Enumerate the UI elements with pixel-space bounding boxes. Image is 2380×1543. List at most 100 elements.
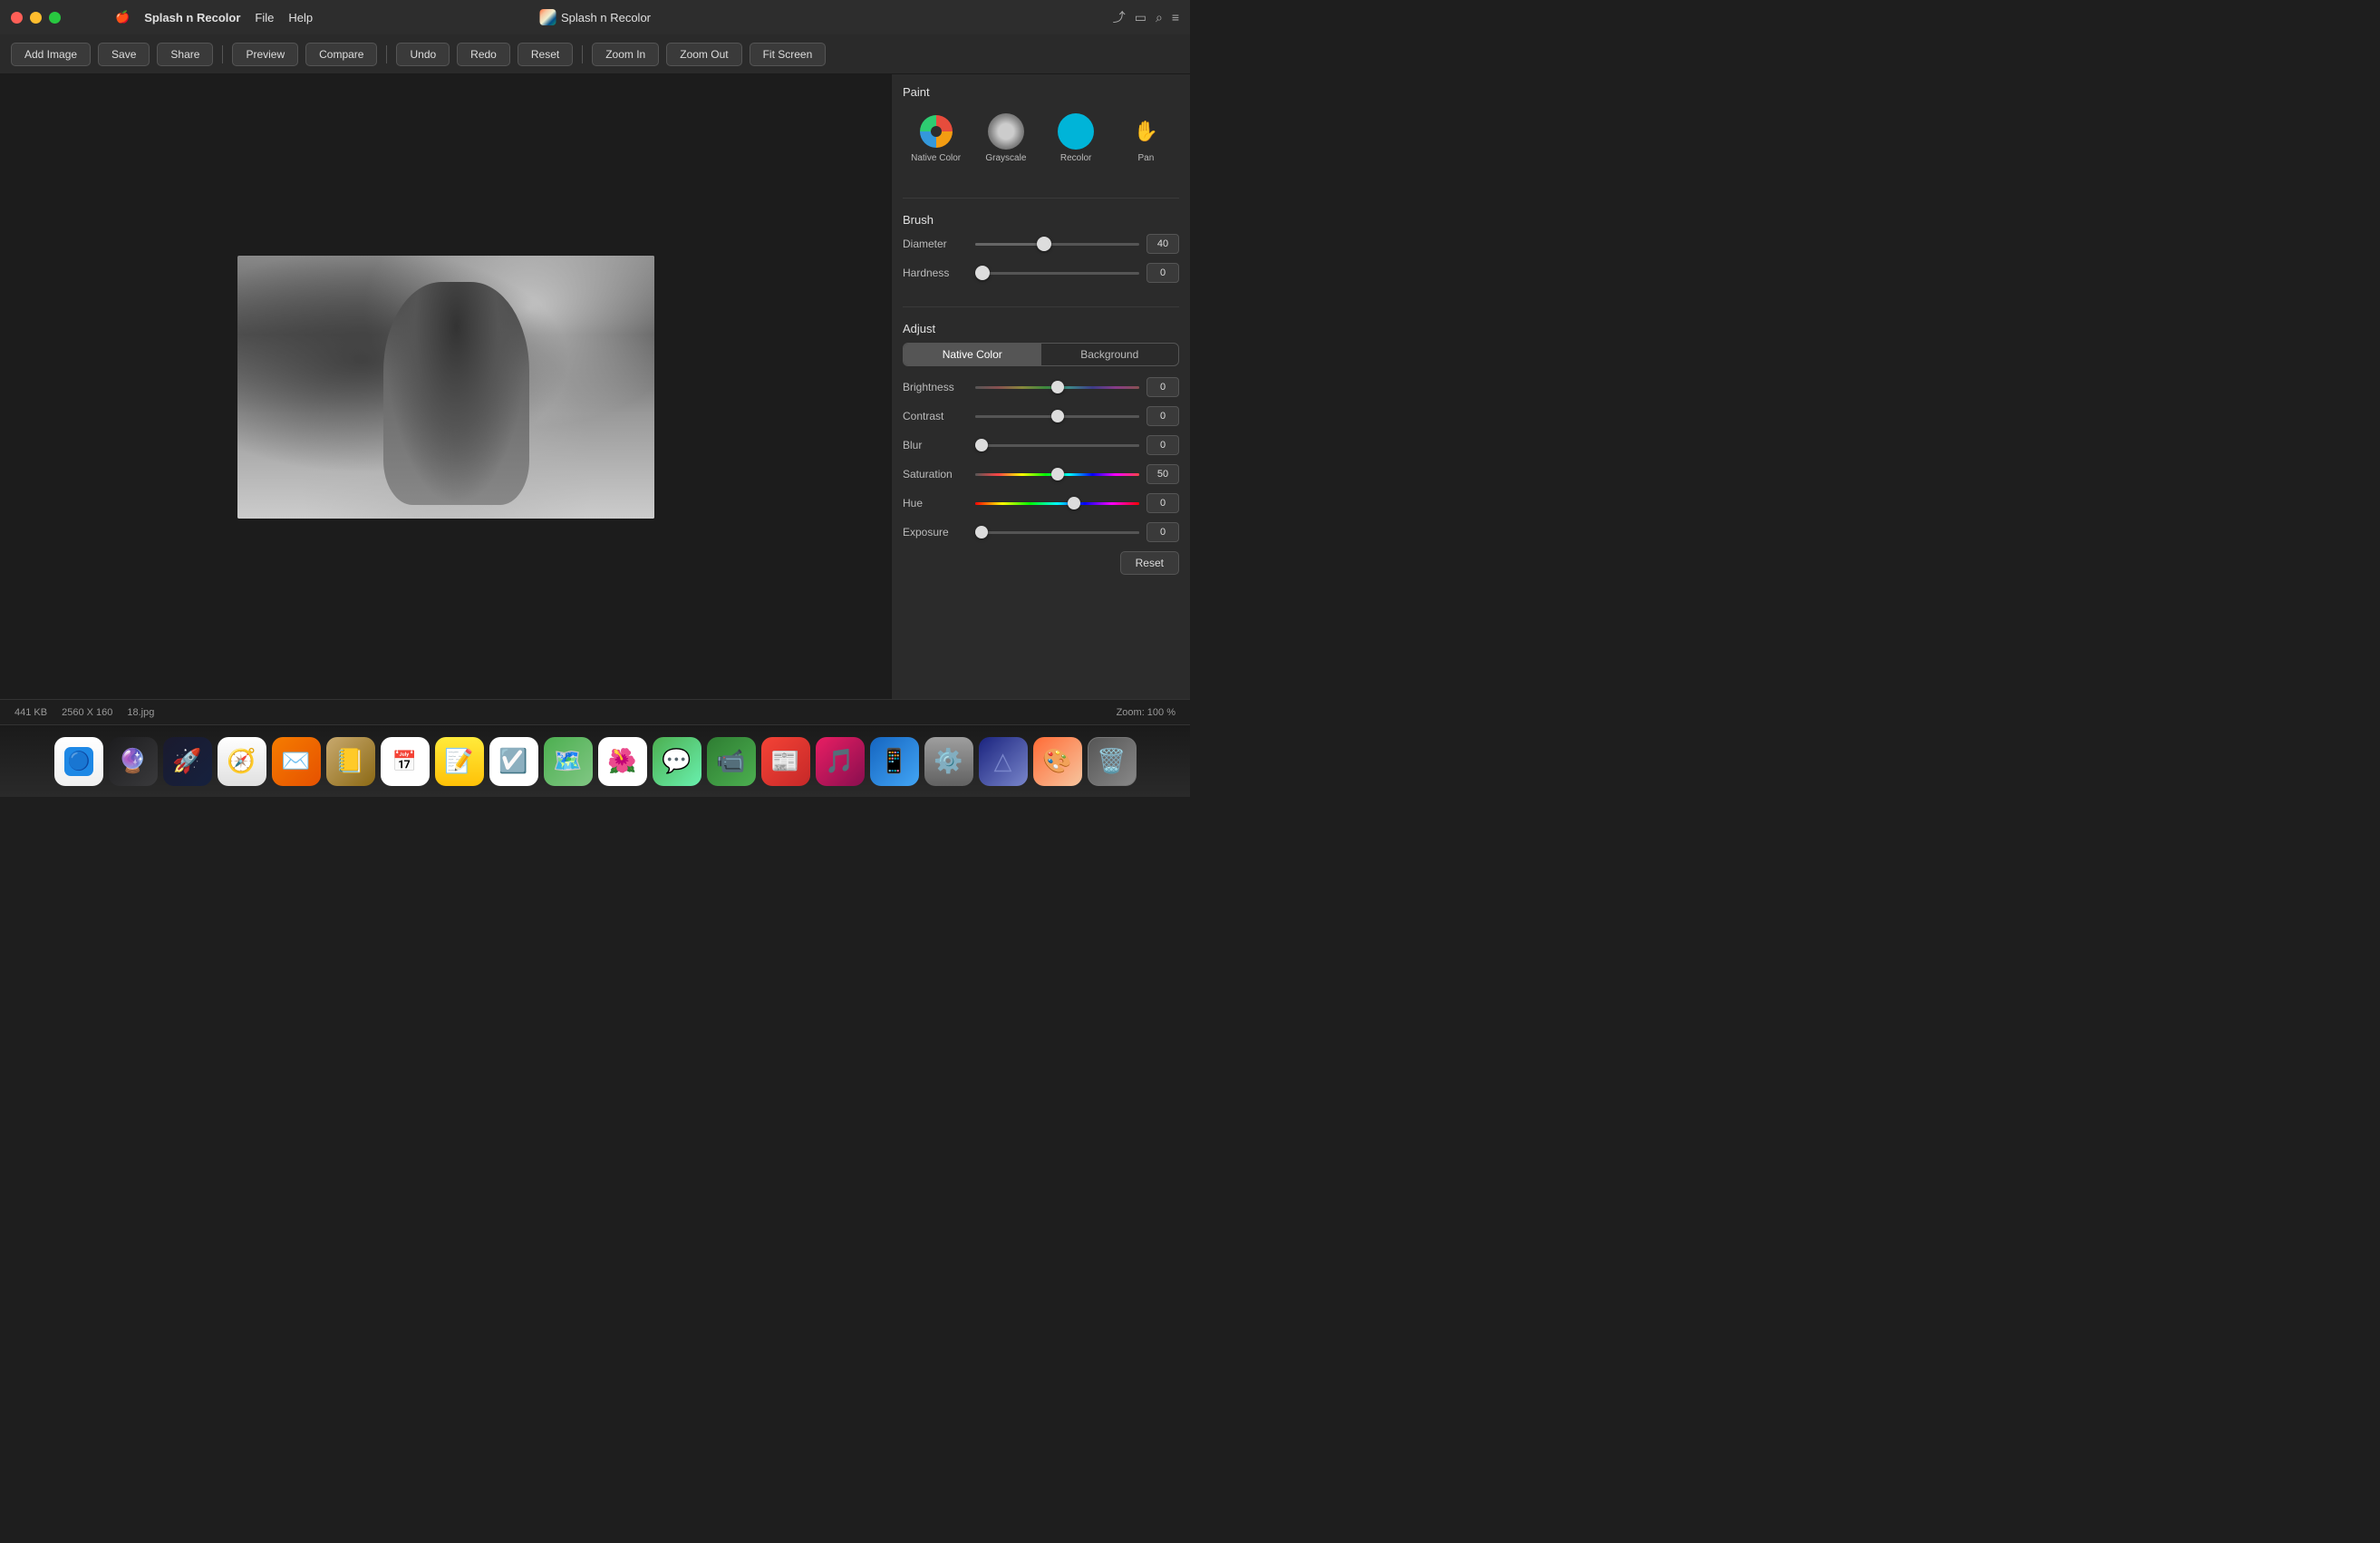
help-menu[interactable]: Help (288, 11, 313, 24)
blur-slider[interactable] (975, 436, 1139, 454)
add-image-button[interactable]: Add Image (11, 43, 91, 66)
redo-button[interactable]: Redo (457, 43, 510, 66)
hardness-label: Hardness (903, 267, 975, 279)
save-button[interactable]: Save (98, 43, 150, 66)
dock-splash-recolor[interactable]: 🎨 (1033, 737, 1082, 786)
dock-appstore[interactable]: 📱 (870, 737, 919, 786)
share-icon[interactable]: ⤴ (1113, 8, 1126, 26)
adjust-reset-button[interactable]: Reset (1120, 551, 1179, 575)
display-icon[interactable]: ▭ (1135, 10, 1146, 25)
titlebar-app-name: Splash n Recolor (561, 11, 651, 24)
brightness-track (975, 386, 1139, 389)
dock-reminders[interactable]: ☑️ (489, 737, 538, 786)
hue-value: 0 (1146, 493, 1179, 513)
diameter-track (975, 243, 1139, 246)
diameter-label: Diameter (903, 238, 975, 250)
exposure-value: 0 (1146, 522, 1179, 542)
native-color-tab[interactable]: Native Color (904, 344, 1041, 365)
hardness-slider[interactable] (975, 264, 1139, 282)
close-button[interactable] (11, 12, 23, 24)
dock-email-placeholder[interactable]: ✉️ (272, 737, 321, 786)
diameter-value: 40 (1146, 234, 1179, 254)
blur-value: 0 (1146, 435, 1179, 455)
file-menu[interactable]: File (255, 11, 274, 24)
brush-section-title: Brush (903, 213, 1179, 227)
dock-photos[interactable]: 🌺 (598, 737, 647, 786)
dock-notes[interactable]: 📝 (435, 737, 484, 786)
diameter-slider[interactable] (975, 235, 1139, 253)
reset-toolbar-button[interactable]: Reset (518, 43, 573, 66)
brightness-slider[interactable] (975, 378, 1139, 396)
exposure-label: Exposure (903, 526, 975, 539)
dock-facetime[interactable]: 📹 (707, 737, 756, 786)
fit-screen-button[interactable]: Fit Screen (750, 43, 827, 66)
dock-messages[interactable]: 💬 (653, 737, 701, 786)
pan-mode-button[interactable]: ✋ Pan (1113, 106, 1179, 170)
dock-siri[interactable]: 🔮 (109, 737, 158, 786)
dock-rocket-typist[interactable]: 🚀 (163, 737, 212, 786)
toolbar-divider-1 (222, 45, 223, 63)
grayscale-mode-label: Grayscale (985, 153, 1026, 163)
image-dimensions: 2560 X 160 (62, 707, 112, 718)
dock-calendar[interactable]: 📅 (381, 737, 430, 786)
undo-button[interactable]: Undo (396, 43, 450, 66)
exposure-thumb[interactable] (975, 526, 988, 539)
brush-divider (903, 198, 1179, 199)
contrast-track (975, 415, 1139, 418)
dock-system-settings[interactable]: ⚙️ (924, 737, 973, 786)
dock-contacts[interactable]: 📒 (326, 737, 375, 786)
dock-finder[interactable]: 🔵 (54, 737, 103, 786)
file-size: 441 KB (15, 707, 47, 718)
search-icon[interactable]: ⌕ (1156, 10, 1163, 25)
blur-row: Blur 0 (903, 435, 1179, 455)
native-color-mode-button[interactable]: Native Color (903, 106, 969, 170)
adjust-divider (903, 306, 1179, 307)
exposure-slider[interactable] (975, 523, 1139, 541)
right-panel: Paint Native Color (891, 74, 1190, 699)
adjust-segment: Native Color Background (903, 343, 1179, 366)
grayscale-mode-button[interactable]: Grayscale (972, 106, 1039, 170)
status-bar: 441 KB 2560 X 160 18.jpg Zoom: 100 % (0, 699, 1190, 724)
dock-maps[interactable]: 🗺️ (544, 737, 593, 786)
compare-button[interactable]: Compare (305, 43, 377, 66)
app-menu-name[interactable]: Splash n Recolor (144, 11, 240, 24)
pan-icon: ✋ (1127, 113, 1164, 150)
zoom-in-button[interactable]: Zoom In (592, 43, 659, 66)
grayscale-icon (988, 113, 1024, 150)
preview-button[interactable]: Preview (232, 43, 298, 66)
maximize-button[interactable] (49, 12, 61, 24)
contrast-slider[interactable] (975, 407, 1139, 425)
dock-safari[interactable]: 🧭 (218, 737, 266, 786)
toolbar-divider-3 (582, 45, 583, 63)
canvas-area[interactable] (0, 74, 891, 699)
toolbar: Add Image Save Share Preview Compare Und… (0, 34, 1190, 74)
saturation-row: Saturation 50 (903, 464, 1179, 484)
hue-slider[interactable] (975, 494, 1139, 512)
hue-thumb[interactable] (1068, 497, 1080, 509)
diameter-thumb[interactable] (1037, 237, 1051, 251)
blur-thumb[interactable] (975, 439, 988, 451)
native-color-mode-label: Native Color (911, 153, 961, 163)
apple-menu[interactable]: 🍎 (115, 10, 130, 24)
share-button[interactable]: Share (157, 43, 213, 66)
contrast-thumb[interactable] (1051, 410, 1064, 422)
background-tab[interactable]: Background (1041, 344, 1179, 365)
saturation-thumb[interactable] (1051, 468, 1064, 480)
hardness-thumb[interactable] (975, 266, 990, 280)
recolor-mode-button[interactable]: Recolor (1043, 106, 1109, 170)
minimize-button[interactable] (30, 12, 42, 24)
adjust-section-title: Adjust (903, 322, 1179, 335)
saturation-slider[interactable] (975, 465, 1139, 483)
contrast-value: 0 (1146, 406, 1179, 426)
hue-label: Hue (903, 497, 975, 509)
dock-altimeter[interactable]: △ (979, 737, 1028, 786)
brightness-thumb[interactable] (1051, 381, 1064, 393)
main-content: Paint Native Color (0, 74, 1190, 699)
dock-news[interactable]: 📰 (761, 737, 810, 786)
hardness-track (975, 272, 1139, 275)
dock-trash[interactable]: 🗑️ (1088, 737, 1137, 786)
recolor-mode-label: Recolor (1060, 153, 1091, 163)
dock-music[interactable]: 🎵 (816, 737, 865, 786)
menu-icon[interactable]: ≡ (1172, 10, 1179, 24)
zoom-out-button[interactable]: Zoom Out (666, 43, 741, 66)
